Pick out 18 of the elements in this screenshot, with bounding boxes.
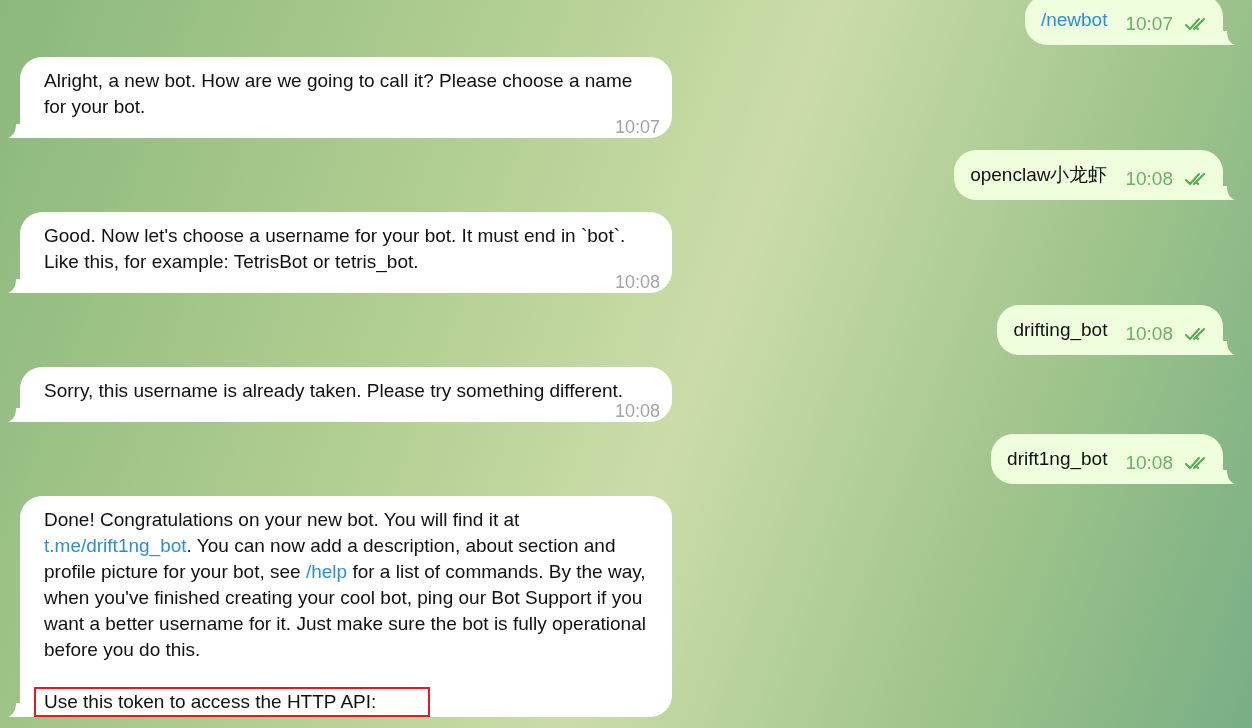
command-link[interactable]: /newbot	[1040, 9, 1108, 31]
timestamp: 10:08	[1125, 168, 1173, 190]
message-text: Use this token to access the HTTP API:	[36, 689, 429, 715]
message-text: drifting_bot	[1013, 319, 1108, 341]
message-text: Sorry, this username is already taken. Please try something different.	[44, 379, 625, 403]
message-text: Good. Now let's choose a username for your bot. It must end in `bot`. Like this, for example: TetrisBot or tetris_bot.	[44, 224, 627, 275]
timestamp: 10:08	[1125, 452, 1173, 474]
message-text: drift1ng_bot	[1007, 448, 1108, 470]
message-text: openclaw小龙虾	[970, 163, 1108, 187]
link[interactable]: /help	[305, 561, 348, 582]
timestamp: 10:07	[1125, 13, 1173, 35]
message-text: Alright, a new bot. How are we going to call it? Please choose a name for your bot.	[44, 69, 634, 119]
timestamp: 10:07	[614, 118, 660, 136]
link[interactable]: t.me/drift1ng_bot	[44, 535, 187, 556]
timestamp: 10:08	[614, 402, 660, 420]
message-text: Done! Congratulations on your new bot. You will find it at t.me/drift1ng_bot. You can now add a description, about section and profile picture for your bot, see /help for a list of commands. By the way, when you've finished creating your cool bot, ping our Bot Support if you want a better username for it. Just make sure the bot is fully operational before you do this.	[44, 508, 647, 662]
timestamp: 10:08	[614, 273, 660, 291]
timestamp: 10:08	[1125, 323, 1173, 345]
